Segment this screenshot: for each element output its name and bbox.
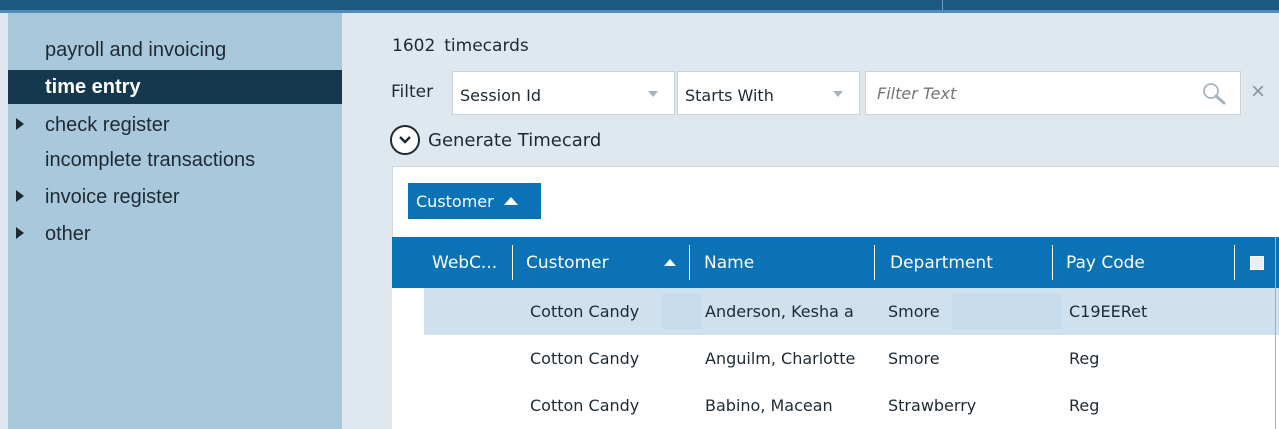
customer-cell: Cotton Candy [530,302,640,321]
filter-operator-select[interactable]: Starts With [677,71,860,115]
chevron-down-icon [833,91,843,97]
table-row[interactable]: Cotton Candy Anguilm, Charlotte Smore Re… [392,335,1279,382]
select-all-checkbox[interactable] [1250,256,1264,270]
row-gutter [392,335,424,382]
filter-operator-value: Starts With [685,86,774,105]
department-cell: Smore [888,302,940,321]
filter-field-select[interactable]: Session Id [452,71,675,115]
sort-ascending-icon [664,259,676,266]
top-bar-divider [942,0,943,10]
row-gutter [392,288,424,335]
expand-caret-icon[interactable] [16,118,24,130]
table-row[interactable]: Cotton Candy Anderson, Kesha a Smore C19… [392,288,1279,335]
column-divider[interactable] [1234,245,1235,280]
filter-text-input[interactable] [865,71,1241,115]
cell-highlight [952,294,1062,329]
record-count: 1602 timecards [392,36,529,56]
column-header-department[interactable]: Department [890,237,993,288]
sidebar-item-check-register[interactable]: check register [8,108,372,142]
column-header-webc[interactable]: WebC... [432,237,497,288]
grid-right-border [1275,237,1276,429]
group-chip-label: Customer [416,191,494,211]
sidebar-item-label: incomplete transactions [45,148,256,171]
column-divider[interactable] [689,245,690,280]
generate-timecard-label: Generate Timecard [428,129,602,151]
chevron-down-circle-icon [390,125,420,155]
generate-timecard-button[interactable]: Generate Timecard [390,122,601,158]
sidebar-item-label: invoice register [45,185,180,208]
pay-code-cell: Reg [1069,349,1100,368]
sort-ascending-icon [503,197,518,205]
row-gutter [392,382,424,429]
record-count-number: 1602 [392,36,436,56]
filter-label: Filter [391,82,434,102]
pay-code-cell: Reg [1069,396,1100,415]
sidebar-item-payroll-and-invoicing[interactable]: payroll and invoicing [8,33,372,67]
column-divider[interactable] [512,245,513,280]
sidebar: payroll and invoicing time entry check r… [8,13,372,429]
department-cell: Smore [888,349,940,368]
table-header: WebC... Customer Name Department Pay Cod… [392,237,1279,288]
sidebar-item-label: other [45,222,91,245]
cell-highlight [662,294,702,329]
close-icon[interactable]: × [1251,80,1265,104]
name-cell: Anguilm, Charlotte [705,349,856,368]
search-icon[interactable] [1201,81,1227,105]
customer-cell: Cotton Candy [530,349,640,368]
name-cell: Babino, Macean [705,396,833,415]
column-header-customer[interactable]: Customer [526,237,609,288]
sidebar-item-invoice-register[interactable]: invoice register [8,180,372,214]
column-header-pay-code[interactable]: Pay Code [1066,237,1145,288]
column-header-name[interactable]: Name [704,237,754,288]
column-divider[interactable] [874,245,875,280]
record-count-label: timecards [444,36,529,56]
sidebar-item-incomplete-transactions[interactable]: incomplete transactions [8,143,372,177]
sidebar-item-time-entry[interactable]: time entry [8,70,372,104]
chevron-down-icon [648,91,658,97]
sidebar-item-label: time entry [45,75,141,98]
column-divider[interactable] [1052,245,1053,280]
sidebar-item-label: check register [45,113,170,136]
top-bar [0,0,1279,13]
filter-field-value: Session Id [460,86,542,105]
table-row[interactable]: Cotton Candy Babino, Macean Strawberry R… [392,382,1279,429]
name-cell: Anderson, Kesha a [705,302,854,321]
department-cell: Strawberry [888,396,977,415]
group-by-customer-chip[interactable]: Customer [408,183,541,219]
expand-caret-icon[interactable] [16,227,24,239]
sidebar-item-other[interactable]: other [8,217,372,251]
pay-code-cell: C19EERet [1069,302,1148,321]
customer-cell: Cotton Candy [530,396,640,415]
expand-caret-icon[interactable] [16,190,24,202]
sidebar-item-label: payroll and invoicing [45,38,227,61]
webc-cell [424,288,516,335]
